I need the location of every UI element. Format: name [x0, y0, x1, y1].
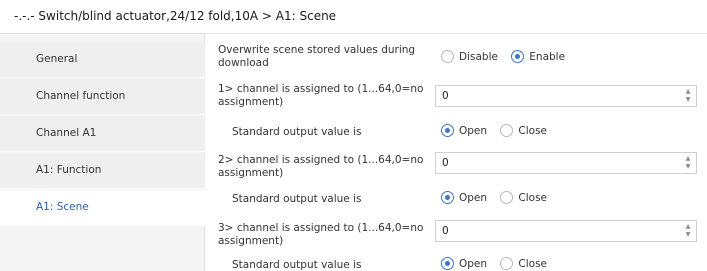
close-radio[interactable]: Close [500, 191, 547, 204]
scene2-output-label: Standard output value is [232, 193, 362, 205]
sidebar-item-label: A1: Scene [36, 201, 89, 213]
scene3-channel-input[interactable]: 0 ▲ ▼ [435, 220, 697, 242]
scene1-channel-input[interactable]: 0 ▲ ▼ [435, 85, 697, 107]
spin-buttons: ▲ ▼ [684, 88, 692, 104]
chevron-up-icon[interactable]: ▲ [684, 223, 692, 230]
sidebar-item-a1-function[interactable]: A1: Function [0, 153, 205, 189]
overwrite-label: Overwrite scene stored values during dow… [218, 44, 416, 69]
spin-buttons: ▲ ▼ [684, 223, 692, 239]
disable-radio[interactable]: Disable [441, 50, 498, 63]
scene3-channel-label: 3> channel is assigned to (1...64,0=no a… [218, 222, 424, 247]
sidebar-item-channel-a1[interactable]: Channel A1 [0, 116, 205, 152]
scene1-output-label: Standard output value is [232, 126, 362, 138]
scene1-channel-label: 1> channel is assigned to (1...64,0=no a… [218, 83, 424, 108]
radio-checked-icon [511, 50, 525, 63]
open-radio[interactable]: Open [441, 124, 487, 137]
scene2-channel-input[interactable]: 0 ▲ ▼ [435, 152, 697, 174]
sidebar-item-label: A1: Function [36, 164, 102, 176]
radio-checked-icon [441, 257, 454, 270]
sidebar-item-label: Channel function [36, 90, 126, 102]
radio-unchecked-icon [500, 257, 514, 270]
chevron-up-icon[interactable]: ▲ [684, 155, 692, 162]
parameter-panel: Overwrite scene stored values during dow… [205, 34, 707, 271]
sidebar: General Channel function Channel A1 A1: … [0, 34, 205, 271]
app-window: -.-.- Switch/blind actuator,24/12 fold,1… [0, 0, 707, 271]
chevron-down-icon[interactable]: ▼ [684, 96, 692, 103]
sidebar-item-label: General [36, 53, 78, 65]
scene2-output-radio-group: Open Close [441, 191, 547, 207]
close-radio[interactable]: Close [500, 124, 547, 137]
close-radio[interactable]: Close [500, 257, 547, 270]
chevron-up-icon[interactable]: ▲ [684, 88, 692, 95]
radio-checked-icon [441, 191, 454, 204]
chevron-down-icon[interactable]: ▼ [684, 163, 692, 170]
chevron-down-icon[interactable]: ▼ [684, 231, 692, 238]
sidebar-item-channel-function[interactable]: Channel function [0, 79, 205, 115]
sidebar-item-label: Channel A1 [36, 127, 97, 139]
enable-radio[interactable]: Enable [511, 50, 565, 63]
open-radio[interactable]: Open [441, 257, 487, 270]
scene2-channel-label: 2> channel is assigned to (1...64,0=no a… [218, 154, 424, 179]
radio-unchecked-icon [500, 124, 514, 137]
sidebar-item-general[interactable]: General [0, 42, 205, 78]
scene3-output-label: Standard output value is [232, 259, 362, 271]
overwrite-radio-group: Disable Enable [441, 50, 565, 66]
radio-unchecked-icon [500, 191, 514, 204]
scene1-output-radio-group: Open Close [441, 124, 547, 140]
open-radio[interactable]: Open [441, 191, 487, 204]
radio-unchecked-icon [441, 50, 454, 63]
radio-checked-icon [441, 124, 454, 137]
scene3-output-radio-group: Open Close [441, 257, 547, 271]
sidebar-item-a1-scene[interactable]: A1: Scene [0, 190, 205, 226]
window-title: -.-.- Switch/blind actuator,24/12 fold,1… [14, 9, 337, 23]
spin-buttons: ▲ ▼ [684, 155, 692, 171]
title-bar: -.-.- Switch/blind actuator,24/12 fold,1… [0, 0, 707, 34]
